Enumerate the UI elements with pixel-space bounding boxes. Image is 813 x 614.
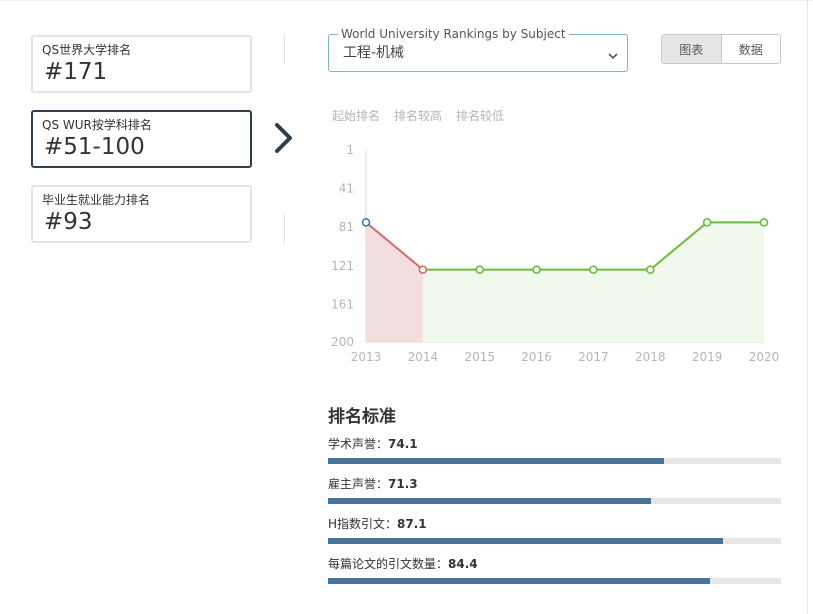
criteria-bar-track [328, 538, 781, 544]
data-point [361, 218, 371, 227]
criteria-item: H指数引文：87.1 [328, 517, 781, 544]
criteria-bar-track [328, 458, 781, 464]
ranking-value: #93 [44, 209, 93, 235]
x-tick-label: 2017 [578, 350, 609, 364]
data-point [702, 218, 712, 227]
chevron-right-icon [270, 121, 296, 159]
legend-lower-rank: 排名较低 [456, 109, 505, 123]
legend-start-rank: 起始排名 [332, 109, 381, 123]
data-view-button[interactable]: 数据 [721, 35, 780, 63]
criteria-bar-track [328, 498, 781, 504]
criteria-bar-fill [328, 458, 664, 464]
criteria-label: 每篇论文的引文数量： [328, 557, 449, 571]
ranking-card-employability[interactable]: 毕业生就业能力排名 #93 [31, 185, 252, 243]
subject-select-legend: World University Rankings by Subject [338, 27, 569, 41]
ranking-card-qs-world[interactable]: QS世界大学排名 #171 [31, 35, 252, 93]
criteria-value: 87.1 [397, 517, 427, 531]
right-border [807, 0, 808, 614]
decline-area [366, 222, 423, 342]
criteria-bar-fill [328, 498, 651, 504]
top-border [0, 0, 813, 1]
x-tick-label: 2013 [351, 350, 382, 364]
criteria-value: 74.1 [388, 437, 418, 451]
ranking-value: #171 [44, 59, 108, 85]
view-toggle: 图表 数据 [661, 34, 781, 64]
chevron-down-icon [607, 47, 619, 66]
y-tick-label: 81 [339, 220, 354, 234]
separator [284, 214, 285, 243]
x-tick-label: 2018 [635, 350, 666, 364]
x-tick-label: 2014 [408, 350, 439, 364]
data-point [532, 265, 541, 274]
data-point [475, 265, 485, 274]
criteria-label: 学术声誉： [328, 437, 389, 451]
ranking-history-chart: 1 41 81 121 161 2002013 2014 2015 2016 2017 2018 20… [331, 143, 780, 364]
criteria-bar-track [328, 578, 781, 584]
separator [284, 35, 285, 64]
subject-select[interactable]: World University Rankings by Subject 工程-… [328, 27, 628, 72]
criteria-bar-fill [328, 538, 723, 544]
x-tick-label: 2016 [521, 350, 552, 364]
legend-higher-rank: 排名较高 [394, 109, 443, 123]
subject-select-value: 工程-机械 [343, 45, 405, 61]
chart-view-button[interactable]: 图表 [662, 35, 722, 63]
data-point [589, 265, 598, 274]
ranking-label: QS世界大学排名 [42, 43, 132, 57]
criteria-label: 雇主声誉： [328, 477, 389, 491]
y-tick-label: 41 [339, 182, 354, 196]
criteria-value: 84.4 [448, 557, 478, 571]
data-point [418, 265, 428, 274]
criteria-item: 雇主声誉：71.3 [328, 477, 781, 504]
y-tick-label: 200 [331, 335, 354, 349]
y-tick-label: 121 [331, 259, 354, 273]
ranking-value: #51-100 [44, 134, 145, 160]
x-tick-label: 2019 [692, 350, 723, 364]
ranking-label: 毕业生就业能力排名 [42, 193, 151, 207]
criteria-value: 71.3 [388, 477, 418, 491]
criteria-label: H指数引文： [328, 517, 398, 531]
chart-legend: 起始排名 排名较高 排名较低 [332, 107, 504, 124]
criteria-title: 排名标准 [328, 407, 396, 427]
data-point [645, 265, 655, 274]
x-tick-label: 2020 [749, 350, 780, 364]
criteria-bar-fill [328, 578, 711, 584]
criteria-item: 每篇论文的引文数量：84.4 [328, 557, 781, 584]
ranking-card-qs-subject[interactable]: QS WUR按学科排名 #51-100 [31, 110, 252, 168]
y-tick-label: 161 [331, 297, 354, 311]
criteria-item: 学术声誉：74.1 [328, 437, 781, 464]
x-tick-label: 2015 [464, 350, 495, 364]
rise-area [422, 222, 764, 342]
data-point [759, 218, 769, 227]
ranking-label: QS WUR按学科排名 [42, 118, 152, 132]
y-tick-label: 1 [346, 143, 354, 157]
